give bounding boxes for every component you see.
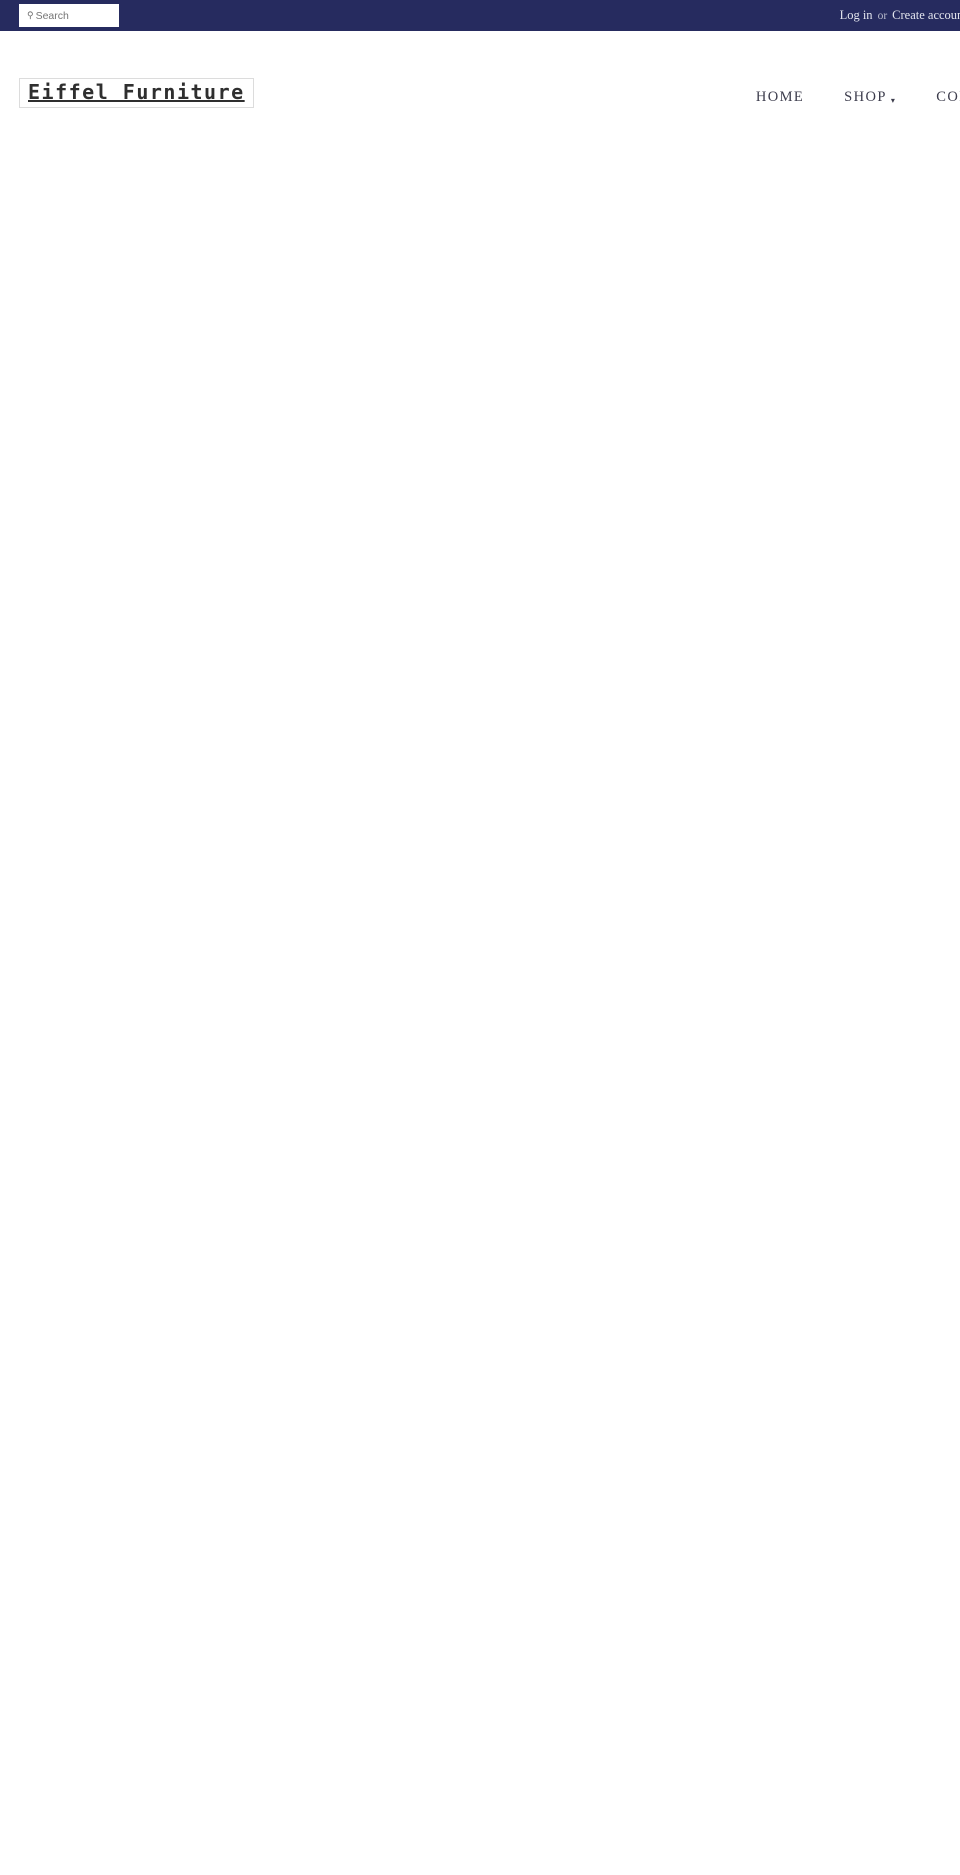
top-utility-bar: ⚲ Log in or Create account [Ca xyxy=(0,0,960,31)
chevron-down-icon: ▾ xyxy=(890,96,897,105)
site-header: Eiffel Furniture HOME SHOP▾ CONTACT U xyxy=(0,31,960,122)
main-navigation: HOME SHOP▾ CONTACT U xyxy=(756,89,960,106)
nav-item-home[interactable]: HOME xyxy=(756,89,804,106)
search-icon: ⚲ xyxy=(27,10,34,20)
nav-item-shop[interactable]: SHOP ▾ xyxy=(844,89,896,106)
site-logo[interactable]: Eiffel Furniture xyxy=(19,78,254,108)
search-input[interactable] xyxy=(35,9,106,22)
search-box[interactable]: ⚲ xyxy=(19,4,119,27)
nav-item-contact-us[interactable]: CONTACT U xyxy=(936,89,960,106)
log-in-link[interactable]: Log in xyxy=(840,8,873,23)
account-links: Log in or Create account [Ca xyxy=(840,0,960,31)
create-account-link[interactable]: Create account xyxy=(892,8,960,23)
storefront-page: ⚲ Log in or Create account [Ca Eiffel Fu… xyxy=(0,0,960,122)
or-separator: or xyxy=(877,9,888,22)
